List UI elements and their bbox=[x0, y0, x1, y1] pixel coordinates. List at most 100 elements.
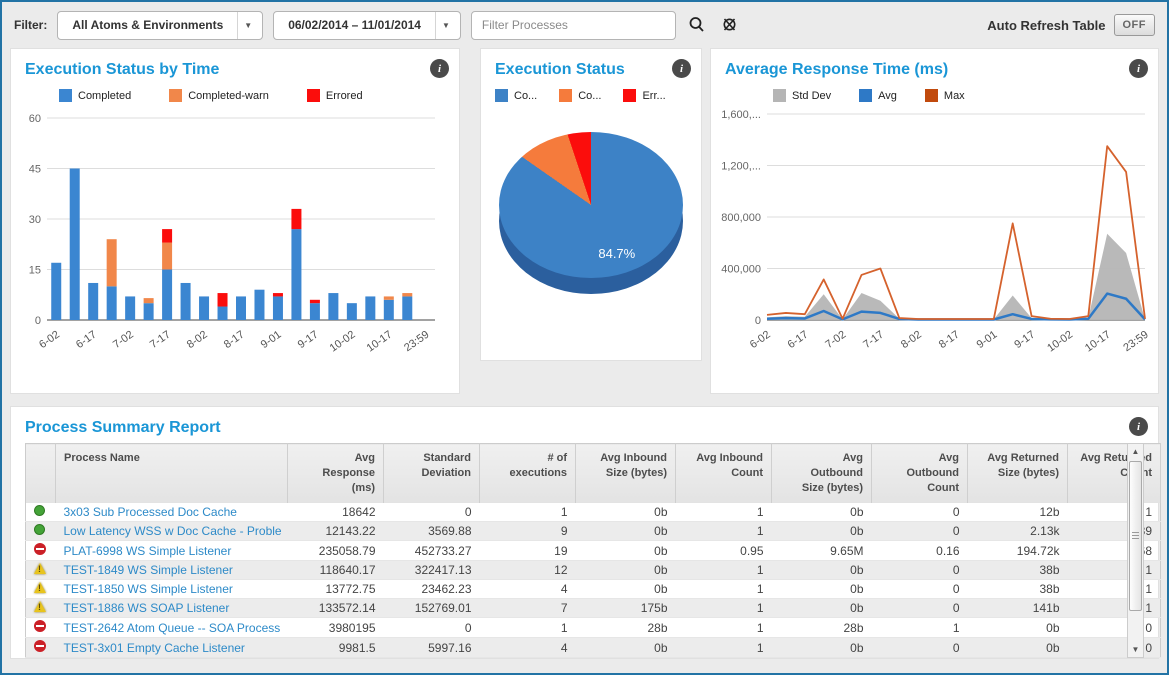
info-icon[interactable]: i bbox=[1129, 59, 1148, 78]
process-name-link[interactable]: 3x03 Sub Processed Doc Cache bbox=[64, 505, 237, 519]
cell-value: 322417.13 bbox=[384, 561, 480, 580]
charts-row: Execution Status by Time i CompletedComp… bbox=[2, 48, 1167, 394]
cell-value: 4 bbox=[480, 580, 576, 599]
cell-value: 175b bbox=[576, 599, 676, 618]
bar-segment bbox=[88, 283, 98, 320]
table-row: TEST-2642 Atom Queue -- SOA Process39801… bbox=[26, 618, 1161, 638]
process-filter-input[interactable] bbox=[471, 11, 676, 40]
legend-label: Completed-warn bbox=[188, 90, 269, 102]
cell-value: 8.89 bbox=[1068, 522, 1161, 541]
legend-swatch bbox=[59, 89, 72, 102]
bar-segment bbox=[236, 296, 246, 320]
cell-value: 0 bbox=[872, 638, 968, 658]
table-row: TEST-3x01 Empty Cache Listener9981.55997… bbox=[26, 638, 1161, 658]
column-header[interactable]: Avg Inbound Count bbox=[676, 444, 772, 503]
cell-value: 1 bbox=[1068, 580, 1161, 599]
process-name-link[interactable]: PLAT-6998 WS Simple Listener bbox=[64, 544, 232, 558]
cell-value: 1 bbox=[872, 618, 968, 638]
legend-label: Co... bbox=[514, 90, 537, 102]
process-name-link[interactable]: TEST-3x01 Empty Cache Listener bbox=[64, 641, 245, 655]
cell-value: 452733.27 bbox=[384, 541, 480, 561]
legend-label: Errored bbox=[326, 90, 363, 102]
table-row: TEST-1886 WS SOAP Listener 133572.1415276… bbox=[26, 599, 1161, 618]
table-scrollbar[interactable]: ▲ ▼ bbox=[1127, 443, 1144, 658]
bar-chart-legend: Completed Completed-warn Errored bbox=[11, 83, 459, 104]
legend-label: Err... bbox=[642, 90, 665, 102]
process-name-link[interactable]: TEST-1849 WS Simple Listener bbox=[64, 563, 233, 577]
cell-value: 3569.88 bbox=[384, 522, 480, 541]
chevron-down-icon: ▼ bbox=[442, 21, 450, 30]
y-tick-label: 1,600,... bbox=[721, 109, 761, 121]
info-icon[interactable]: i bbox=[430, 59, 449, 78]
x-tick-label: 6-17 bbox=[786, 329, 811, 351]
scroll-down-icon[interactable]: ▼ bbox=[1132, 642, 1140, 657]
cell-value: 133572.14 bbox=[288, 599, 384, 618]
cell-value: 1 bbox=[480, 503, 576, 522]
table-row: Low Latency WSS w Doc Cache - Proble1214… bbox=[26, 522, 1161, 541]
x-tick-label: 23:59 bbox=[1121, 329, 1150, 355]
legend-item: Co... bbox=[559, 89, 601, 102]
column-header[interactable]: Standard Deviation bbox=[384, 444, 480, 503]
bar-segment bbox=[125, 296, 135, 320]
scroll-up-icon[interactable]: ▲ bbox=[1132, 444, 1140, 459]
column-header[interactable] bbox=[26, 444, 56, 503]
column-header[interactable]: Avg Returned Size (bytes) bbox=[968, 444, 1068, 503]
bar-segment bbox=[162, 243, 172, 270]
pie-data-label: 84.7% bbox=[598, 246, 635, 261]
date-range-dropdown[interactable]: 06/02/2014 – 11/01/2014 ▼ bbox=[273, 11, 461, 40]
y-tick-label: 400,000 bbox=[721, 264, 761, 276]
x-tick-label: 9-01 bbox=[975, 329, 1000, 351]
process-name-link[interactable]: TEST-1886 WS SOAP Listener bbox=[64, 601, 230, 615]
info-icon[interactable]: i bbox=[1129, 417, 1148, 436]
bar-segment bbox=[384, 296, 394, 299]
bar-segment bbox=[218, 293, 228, 306]
cell-value: 0b bbox=[576, 503, 676, 522]
column-header[interactable]: Avg Response (ms) bbox=[288, 444, 384, 503]
x-tick-label: 8-02 bbox=[899, 329, 924, 351]
bar-segment bbox=[144, 298, 154, 303]
pie-slices bbox=[499, 132, 683, 278]
column-header[interactable]: Avg Outbound Count bbox=[872, 444, 968, 503]
panel-title: Process Summary Report bbox=[11, 407, 1158, 441]
process-summary-table: Process NameAvg Response (ms)Standard De… bbox=[25, 443, 1161, 658]
x-tick-label: 6-02 bbox=[748, 329, 773, 351]
x-tick-label: 7-02 bbox=[111, 329, 136, 351]
column-header[interactable]: Avg Returned Count bbox=[1068, 444, 1161, 503]
cell-value: 152769.01 bbox=[384, 599, 480, 618]
status-error-icon bbox=[34, 543, 46, 555]
legend-item: Completed bbox=[59, 89, 131, 102]
table-header-row: Process NameAvg Response (ms)Standard De… bbox=[26, 444, 1161, 503]
column-header[interactable]: Avg Outbound Size (bytes) bbox=[772, 444, 872, 503]
info-icon[interactable]: i bbox=[672, 59, 691, 78]
legend-item: Errored bbox=[307, 89, 363, 102]
bar-segment bbox=[291, 209, 301, 229]
auto-refresh-toggle[interactable]: OFF bbox=[1114, 14, 1156, 36]
cell-value: 141b bbox=[968, 599, 1068, 618]
process-name-link[interactable]: Low Latency WSS w Doc Cache - Proble bbox=[64, 524, 282, 538]
clear-search-icon[interactable] bbox=[718, 14, 741, 36]
scrollbar-thumb[interactable] bbox=[1129, 461, 1142, 611]
bar-segment bbox=[254, 290, 264, 320]
legend-label: Max bbox=[944, 90, 965, 102]
process-name-link[interactable]: TEST-1850 WS Simple Listener bbox=[64, 582, 233, 596]
bar-segment bbox=[107, 286, 117, 320]
search-icon[interactable] bbox=[686, 14, 708, 36]
column-header[interactable]: Process Name bbox=[56, 444, 288, 503]
y-tick-label: 15 bbox=[29, 265, 41, 277]
panel-title: Average Response Time (ms) bbox=[711, 49, 1158, 83]
legend-item: Completed-warn bbox=[169, 89, 269, 102]
bar-segment bbox=[162, 229, 172, 242]
legend-swatch bbox=[859, 89, 872, 102]
cell-value: 0b bbox=[576, 580, 676, 599]
atoms-environments-dropdown[interactable]: All Atoms & Environments ▼ bbox=[57, 11, 263, 40]
x-tick-label: 7-17 bbox=[861, 329, 886, 351]
x-tick-label: 9-01 bbox=[259, 329, 284, 351]
bar-segment bbox=[328, 293, 338, 320]
legend-item: Avg bbox=[859, 89, 897, 102]
y-tick-label: 30 bbox=[29, 214, 41, 226]
area-chart: 0400,000800,0001,200,...1,600,...6-026-1… bbox=[711, 104, 1157, 356]
cell-value: 4 bbox=[480, 638, 576, 658]
column-header[interactable]: # of executions bbox=[480, 444, 576, 503]
process-name-link[interactable]: TEST-2642 Atom Queue -- SOA Process bbox=[64, 621, 281, 635]
column-header[interactable]: Avg Inbound Size (bytes) bbox=[576, 444, 676, 503]
